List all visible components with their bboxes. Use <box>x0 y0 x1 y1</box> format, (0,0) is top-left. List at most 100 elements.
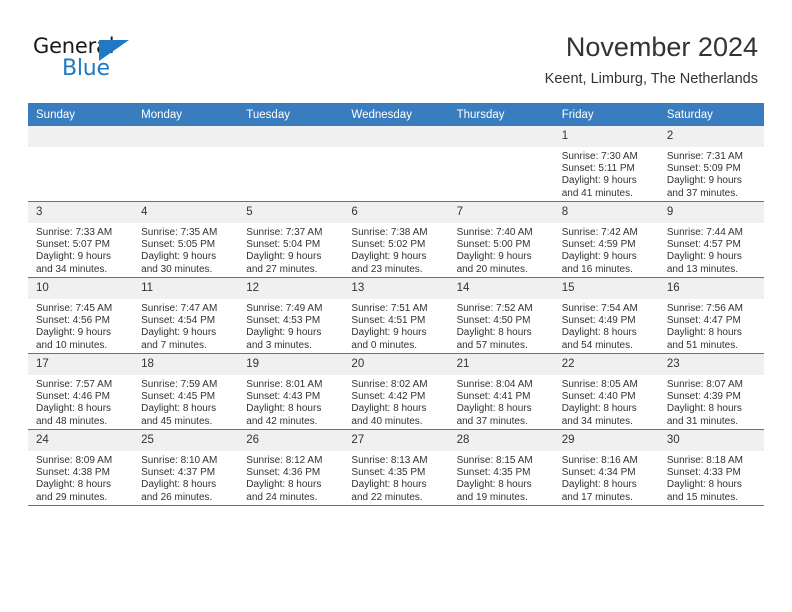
calendar-day-cell[interactable]: 8 Sunrise: 7:42 AM Sunset: 4:59 PM Daylight… <box>553 201 659 278</box>
day-number: 9 <box>658 202 764 223</box>
title-block: November 2024 Keent, Limburg, The Nether… <box>545 31 758 89</box>
daylight-text-line1: Daylight: 8 hours <box>351 403 427 415</box>
day-number: 19 <box>238 354 344 375</box>
day-number: 3 <box>28 202 134 223</box>
day-sun-info: Sunrise: 8:05 AM Sunset: 4:40 PM Daylight:… <box>554 375 659 428</box>
calendar-day-cell[interactable]: 11 Sunrise: 7:47 AM Sunset: 4:54 PM Dayligh… <box>133 277 239 354</box>
calendar-day-cell-empty <box>448 126 554 202</box>
calendar-day-cell[interactable]: 12 Sunrise: 7:49 AM Sunset: 4:53 PM Dayligh… <box>238 277 344 354</box>
calendar-day-cell[interactable]: 19 Sunrise: 8:01 AM Sunset: 4:43 PM Dayligh… <box>238 353 344 430</box>
day-number <box>238 126 344 147</box>
calendar-day-cell[interactable]: 21 Sunrise: 8:04 AM Sunset: 4:41 PM Dayligh… <box>448 353 554 430</box>
day-sun-info: Sunrise: 7:31 AM Sunset: 5:09 PM Daylight:… <box>659 147 764 200</box>
day-sun-info: Sunrise: 7:59 AM Sunset: 4:45 PM Daylight:… <box>133 375 238 428</box>
calendar-day-cell[interactable]: 3 Sunrise: 7:33 AM Sunset: 5:07 PM Daylight… <box>28 201 134 278</box>
calendar-day-cell[interactable]: 15 Sunrise: 7:54 AM Sunset: 4:49 PM Dayligh… <box>553 277 659 354</box>
calendar-day-cell[interactable]: 27 Sunrise: 8:13 AM Sunset: 4:35 PM Dayligh… <box>343 429 449 506</box>
sunrise-text: Sunrise: 7:52 AM <box>456 303 533 314</box>
daylight-text-line1: Daylight: 8 hours <box>141 403 217 415</box>
sunset-text: Sunset: 4:35 PM <box>456 467 531 479</box>
calendar-day-cell[interactable]: 2 Sunrise: 7:31 AM Sunset: 5:09 PM Daylight… <box>658 126 764 202</box>
daylight-text-line1: Daylight: 8 hours <box>246 479 322 491</box>
daylight-text-line1: Daylight: 8 hours <box>666 479 742 491</box>
daylight-text-line2: and 15 minutes. <box>666 491 739 503</box>
sunrise-text: Sunrise: 7:51 AM <box>351 303 428 314</box>
daylight-text-line1: Daylight: 9 hours <box>141 251 217 263</box>
daylight-text-line1: Daylight: 8 hours <box>36 479 112 491</box>
daylight-text-line2: and 3 minutes. <box>246 339 312 351</box>
sunrise-text: Sunrise: 7:30 AM <box>561 151 638 162</box>
sunset-text: Sunset: 4:38 PM <box>36 467 110 479</box>
calendar-day-cell[interactable]: 22 Sunrise: 8:05 AM Sunset: 4:40 PM Dayligh… <box>553 353 659 430</box>
daylight-text-line2: and 51 minutes. <box>666 339 739 351</box>
sunset-text: Sunset: 4:47 PM <box>666 315 741 327</box>
daylight-text-line2: and 17 minutes. <box>561 491 633 503</box>
sunset-text: Sunset: 4:42 PM <box>351 391 426 403</box>
day-sun-info: Sunrise: 8:01 AM Sunset: 4:43 PM Daylight:… <box>238 375 343 428</box>
calendar-day-cell[interactable]: 26 Sunrise: 8:12 AM Sunset: 4:36 PM Dayligh… <box>238 429 344 506</box>
weekday-header-thursday: Thursday <box>448 103 554 126</box>
calendar-day-cell[interactable]: 20 Sunrise: 8:02 AM Sunset: 4:42 PM Dayligh… <box>343 353 449 430</box>
daylight-text-line1: Daylight: 9 hours <box>456 251 532 263</box>
day-number: 15 <box>553 278 659 299</box>
day-number: 2 <box>658 126 764 147</box>
sunrise-text: Sunrise: 7:31 AM <box>666 151 743 162</box>
day-sun-info: Sunrise: 7:30 AM Sunset: 5:11 PM Daylight:… <box>554 147 659 200</box>
calendar-day-cell[interactable]: 17 Sunrise: 7:57 AM Sunset: 4:46 PM Dayligh… <box>28 353 134 430</box>
logo-text-blue: Blue <box>62 56 110 81</box>
calendar-day-cell[interactable]: 29 Sunrise: 8:16 AM Sunset: 4:34 PM Dayligh… <box>553 429 659 506</box>
calendar-day-cell[interactable]: 25 Sunrise: 8:10 AM Sunset: 4:37 PM Dayligh… <box>133 429 239 506</box>
calendar-day-cell[interactable]: 13 Sunrise: 7:51 AM Sunset: 4:51 PM Dayligh… <box>343 277 449 354</box>
calendar-day-cell[interactable]: 6 Sunrise: 7:38 AM Sunset: 5:02 PM Daylight… <box>343 201 449 278</box>
sunset-text: Sunset: 4:59 PM <box>561 239 636 251</box>
day-number: 8 <box>553 202 659 223</box>
calendar-day-cell[interactable]: 24 Sunrise: 8:09 AM Sunset: 4:38 PM Dayligh… <box>28 429 134 506</box>
day-number <box>133 126 239 147</box>
daylight-text-line1: Daylight: 8 hours <box>456 327 532 339</box>
weekday-header-sunday: Sunday <box>28 103 134 126</box>
day-sun-info: Sunrise: 7:49 AM Sunset: 4:53 PM Daylight:… <box>238 299 343 352</box>
sunset-text: Sunset: 5:05 PM <box>141 239 216 251</box>
sunrise-text: Sunrise: 7:42 AM <box>561 227 638 238</box>
weekday-header-monday: Monday <box>133 103 239 126</box>
daylight-text-line1: Daylight: 9 hours <box>246 327 322 339</box>
day-number: 6 <box>343 202 449 223</box>
daylight-text-line1: Daylight: 9 hours <box>141 327 217 339</box>
calendar-day-cell[interactable]: 18 Sunrise: 7:59 AM Sunset: 4:45 PM Dayligh… <box>133 353 239 430</box>
calendar-day-cell[interactable]: 23 Sunrise: 8:07 AM Sunset: 4:39 PM Dayligh… <box>658 353 764 430</box>
calendar-day-cell-empty <box>343 126 449 202</box>
day-sun-info: Sunrise: 8:04 AM Sunset: 4:41 PM Daylight:… <box>449 375 554 428</box>
calendar-day-cell[interactable]: 7 Sunrise: 7:40 AM Sunset: 5:00 PM Daylight… <box>448 201 554 278</box>
calendar-day-cell[interactable]: 28 Sunrise: 8:15 AM Sunset: 4:35 PM Dayligh… <box>448 429 554 506</box>
sunrise-text: Sunrise: 8:12 AM <box>246 455 323 466</box>
calendar-page: General Blue November 2024 Keent, Limbur… <box>0 0 792 612</box>
day-number: 16 <box>658 278 764 299</box>
weekday-header-saturday: Saturday <box>658 103 764 126</box>
day-sun-info: Sunrise: 8:18 AM Sunset: 4:33 PM Daylight:… <box>659 451 764 504</box>
calendar-day-cell[interactable]: 30 Sunrise: 8:18 AM Sunset: 4:33 PM Dayligh… <box>658 429 764 506</box>
day-number: 23 <box>658 354 764 375</box>
sunrise-text: Sunrise: 7:44 AM <box>666 227 743 238</box>
daylight-text-line1: Daylight: 9 hours <box>666 251 742 263</box>
day-sun-info: Sunrise: 8:10 AM Sunset: 4:37 PM Daylight:… <box>133 451 238 504</box>
calendar-day-cell[interactable]: 16 Sunrise: 7:56 AM Sunset: 4:47 PM Dayligh… <box>658 277 764 354</box>
calendar-day-cell[interactable]: 14 Sunrise: 7:52 AM Sunset: 4:50 PM Dayligh… <box>448 277 554 354</box>
daylight-text-line1: Daylight: 8 hours <box>561 479 637 491</box>
generalblue-logo[interactable]: General Blue <box>33 34 163 84</box>
daylight-text-line2: and 42 minutes. <box>246 415 318 427</box>
day-sun-info: Sunrise: 7:37 AM Sunset: 5:04 PM Daylight:… <box>238 223 343 276</box>
day-number: 11 <box>133 278 239 299</box>
day-number: 18 <box>133 354 239 375</box>
sunset-text: Sunset: 4:40 PM <box>561 391 636 403</box>
day-number: 5 <box>238 202 344 223</box>
calendar-day-cell[interactable]: 4 Sunrise: 7:35 AM Sunset: 5:05 PM Daylight… <box>133 201 239 278</box>
sunset-text: Sunset: 4:36 PM <box>246 467 321 479</box>
sunset-text: Sunset: 5:09 PM <box>666 163 741 175</box>
calendar-day-cell[interactable]: 1 Sunrise: 7:30 AM Sunset: 5:11 PM Daylight… <box>553 126 659 202</box>
day-number: 25 <box>133 430 239 451</box>
calendar-day-cell[interactable]: 10 Sunrise: 7:45 AM Sunset: 4:56 PM Dayligh… <box>28 277 134 354</box>
daylight-text-line1: Daylight: 9 hours <box>36 327 112 339</box>
calendar-day-cell[interactable]: 5 Sunrise: 7:37 AM Sunset: 5:04 PM Daylight… <box>238 201 344 278</box>
calendar-day-cell[interactable]: 9 Sunrise: 7:44 AM Sunset: 4:57 PM Daylight… <box>658 201 764 278</box>
sunset-text: Sunset: 4:37 PM <box>141 467 216 479</box>
